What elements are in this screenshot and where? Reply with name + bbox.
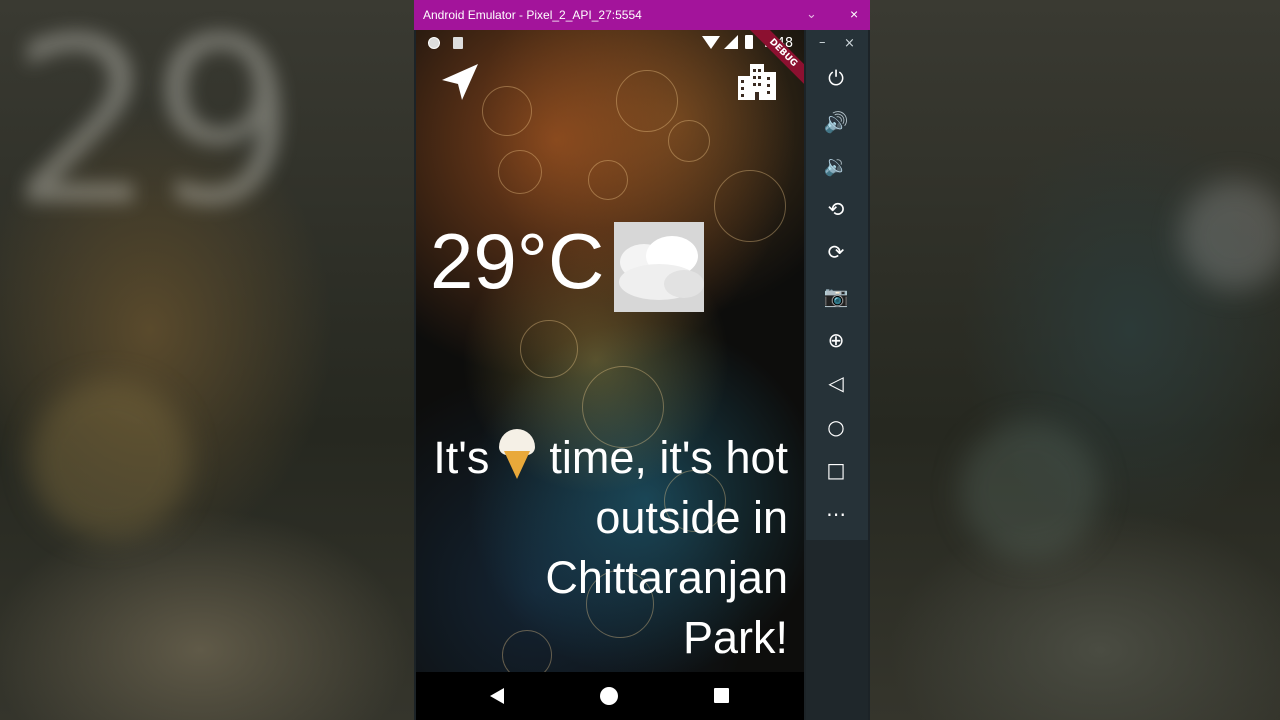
bokeh-bubble <box>520 320 578 378</box>
message-prefix: It's <box>433 432 490 483</box>
recents-icon[interactable] <box>714 688 729 703</box>
blurred-temperature: 29 <box>10 0 297 257</box>
rotate-left-icon[interactable]: ⟲ <box>822 195 850 223</box>
chevron-down-icon[interactable]: ⌄ <box>806 6 817 22</box>
android-nav-bar <box>416 672 804 720</box>
home-icon[interactable] <box>600 687 618 705</box>
rotate-right-icon[interactable]: ⟳ <box>822 238 850 266</box>
close-icon[interactable]: × <box>844 36 855 51</box>
emulator-toolbar: – × ⏻ 🔊 🔉 ⟲ ⟳ 📷 ⊕ ◁ ○ □ ⋯ <box>806 30 868 540</box>
temperature: 29°C <box>430 217 605 305</box>
notification-dot-icon <box>428 37 440 49</box>
bokeh-bubble <box>668 120 710 162</box>
navigation-arrow-icon[interactable] <box>438 60 482 104</box>
cloud-icon <box>614 222 704 312</box>
close-icon[interactable]: × <box>850 6 858 22</box>
volume-up-icon[interactable]: 🔊 <box>822 108 850 136</box>
wifi-icon <box>702 36 720 49</box>
status-bar: 5:48 <box>416 30 804 56</box>
toolbar-lower-area <box>806 540 868 720</box>
back-icon[interactable] <box>490 688 504 704</box>
bokeh-bubble <box>498 150 542 194</box>
city-icon[interactable] <box>736 60 778 102</box>
bokeh-bubble <box>588 160 628 200</box>
zoom-icon[interactable]: ⊕ <box>822 326 850 354</box>
ice-cream-icon <box>499 429 536 479</box>
toolbar-window-controls: – × <box>806 35 868 52</box>
more-icon[interactable]: ⋯ <box>822 500 850 528</box>
camera-icon[interactable]: 📷 <box>822 282 850 310</box>
sd-card-icon <box>453 37 463 49</box>
overview-icon[interactable]: □ <box>822 456 850 484</box>
bokeh-bubble <box>714 170 786 242</box>
blur-blob <box>1180 180 1280 290</box>
minimize-icon[interactable]: – <box>819 35 826 50</box>
message-text: time, it's hot outside in Chittaranjan P… <box>545 432 788 663</box>
bokeh-bubble <box>616 70 678 132</box>
window-title: Android Emulator - Pixel_2_API_27:5554 <box>423 8 642 22</box>
signal-icon <box>724 35 738 49</box>
blur-blob <box>30 380 190 540</box>
bokeh-bubble <box>482 86 532 136</box>
title-bar: Android Emulator - Pixel_2_API_27:5554 ⌄… <box>414 0 870 30</box>
phone-screen: 5:48 DEBUG 29°C <box>416 30 804 720</box>
emulator-window: Android Emulator - Pixel_2_API_27:5554 ⌄… <box>414 0 870 720</box>
battery-icon <box>745 35 753 49</box>
home-icon[interactable]: ○ <box>822 413 850 441</box>
volume-down-icon[interactable]: 🔉 <box>822 151 850 179</box>
blur-blob <box>960 420 1100 560</box>
back-icon[interactable]: ◁ <box>822 369 850 397</box>
weather-message: It's time, it's hot outside in Chittaranj… <box>428 428 788 668</box>
power-icon[interactable]: ⏻ <box>822 64 850 92</box>
